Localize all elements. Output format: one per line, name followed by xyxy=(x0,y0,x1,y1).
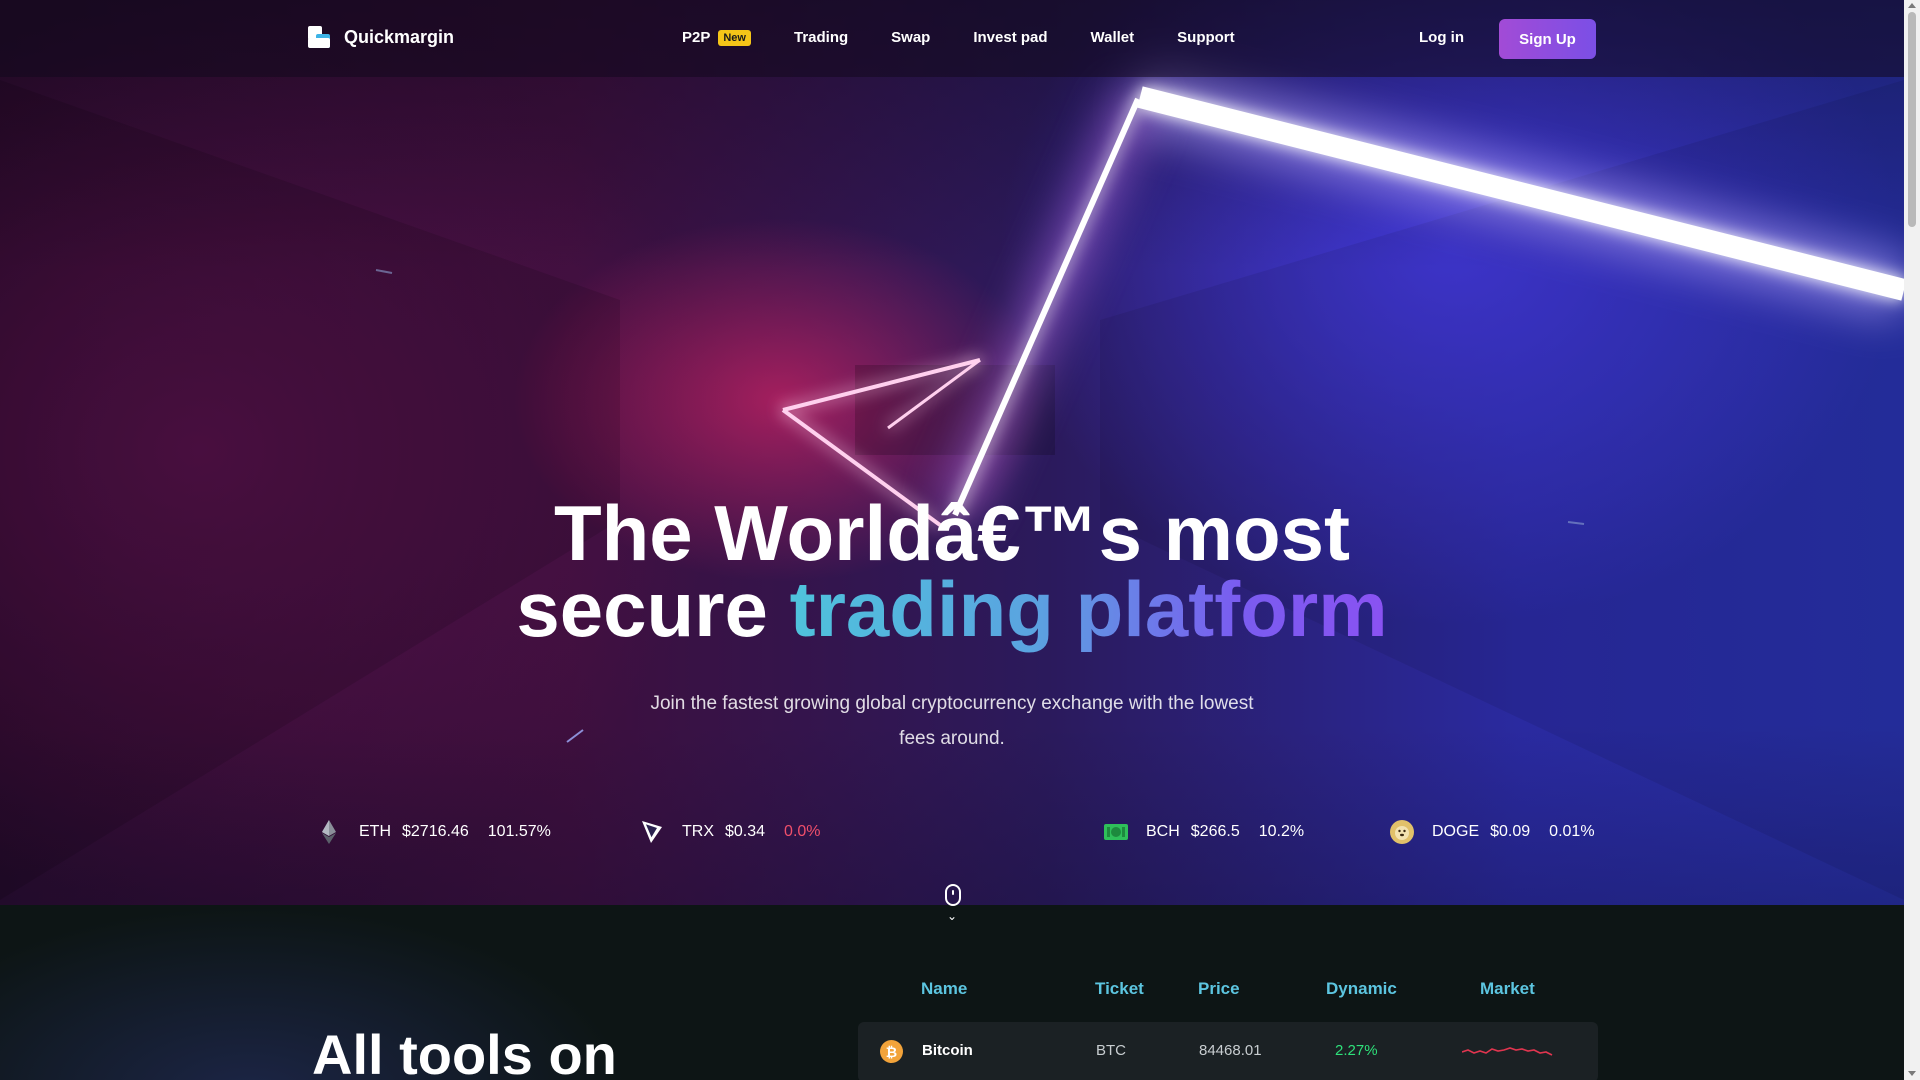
ticker-price: $0.09 xyxy=(1490,823,1531,840)
table-row[interactable]: ₿ Bitcoin BTC 84468.01 2.27% xyxy=(858,1022,1598,1080)
table-header-market: Market xyxy=(1480,979,1535,998)
scroll-down-arrow-icon[interactable] xyxy=(1908,1071,1916,1076)
row-ticket: BTC xyxy=(1096,1042,1126,1059)
dogecoin-icon xyxy=(1390,820,1414,844)
nav-item-trading[interactable]: Trading xyxy=(794,29,848,46)
brand-name: Quickmargin xyxy=(344,26,455,47)
subtitle-line-1: Join the fastest growing global cryptocu… xyxy=(650,693,1254,714)
hero-subtitle: Join the fastest growing global cryptocu… xyxy=(0,686,1904,756)
ticker-item-trx[interactable]: TRX $0.34 0.0% xyxy=(640,820,821,844)
tron-icon xyxy=(640,820,664,844)
nav-item-swap[interactable]: Swap xyxy=(891,29,930,46)
table-header-name: Name xyxy=(921,979,968,998)
ticker-item-eth[interactable]: ETH $2716.46 101.57% xyxy=(317,820,551,844)
login-button[interactable]: Log in xyxy=(1419,29,1464,46)
headline-gradient-text: trading platform xyxy=(789,565,1388,653)
nav-item-p2p[interactable]: P2P New xyxy=(682,29,751,46)
ticker-price: $266.5 xyxy=(1190,823,1240,840)
nav-item-label: P2P xyxy=(682,29,711,46)
hero-headline: The Worldâ€™s most secure trading platfo… xyxy=(0,489,1904,648)
ticker-change: 0.01% xyxy=(1549,823,1595,840)
subtitle-line-2: fees around. xyxy=(899,728,1005,749)
ticker-symbol: BCH xyxy=(1146,823,1180,840)
table-header-price: Price xyxy=(1198,979,1240,998)
ticker-change: 0.0% xyxy=(784,823,821,840)
nav-item-invest-pad[interactable]: Invest pad xyxy=(973,29,1047,46)
ticker-item-bch[interactable]: BCH $266.5 10.2% xyxy=(1104,820,1304,844)
row-price: 84468.01 xyxy=(1199,1042,1262,1059)
headline-line-2: secure trading platform xyxy=(0,570,1904,648)
tools-title: All tools on xyxy=(312,1023,617,1080)
row-dynamic: 2.27% xyxy=(1335,1042,1378,1059)
signup-button[interactable]: Sign Up xyxy=(1499,19,1596,59)
page-scrollbar[interactable] xyxy=(1904,0,1920,1080)
bitcoin-icon: ₿ xyxy=(880,1040,903,1063)
brand-logo[interactable]: Quickmargin xyxy=(308,26,454,48)
market-sparkline xyxy=(1462,1047,1553,1056)
headline-plain-text: secure xyxy=(516,565,790,653)
row-name: Bitcoin xyxy=(922,1042,973,1059)
ticker-price: $0.34 xyxy=(725,823,766,840)
ticker-symbol: TRX xyxy=(682,823,714,840)
chevron-down-icon: ⌄ xyxy=(947,909,958,923)
new-badge: New xyxy=(718,29,751,46)
ticker-symbol: ETH xyxy=(359,823,391,840)
ethereum-icon xyxy=(317,820,341,844)
ticker-price: $2716.46 xyxy=(402,823,469,840)
nav-item-wallet[interactable]: Wallet xyxy=(1091,29,1135,46)
ticker-symbol: DOGE xyxy=(1432,823,1480,840)
scroll-up-arrow-icon[interactable] xyxy=(1908,3,1916,8)
logo-icon xyxy=(308,26,330,48)
hero-section xyxy=(0,0,1904,905)
ticker-change: 101.57% xyxy=(487,823,551,840)
top-navbar: Quickmargin P2P New Trading Swap Invest … xyxy=(0,0,1904,77)
table-header-dynamic: Dynamic xyxy=(1326,979,1397,998)
ticker-change: 10.2% xyxy=(1258,823,1305,840)
main-nav: P2P New Trading Swap Invest pad Wallet S… xyxy=(682,29,1278,46)
scrollbar-thumb[interactable] xyxy=(1908,12,1916,227)
headline-line-1: The Worldâ€™s most xyxy=(553,489,1351,577)
nav-item-support[interactable]: Support xyxy=(1177,29,1235,46)
ticker-item-doge[interactable]: DOGE $0.09 0.01% xyxy=(1390,820,1595,844)
neon-light-beams xyxy=(0,67,1904,900)
bitcoin-cash-icon xyxy=(1104,820,1128,844)
table-header-ticket: Ticket xyxy=(1095,979,1144,998)
scroll-mouse-icon[interactable] xyxy=(945,884,961,906)
